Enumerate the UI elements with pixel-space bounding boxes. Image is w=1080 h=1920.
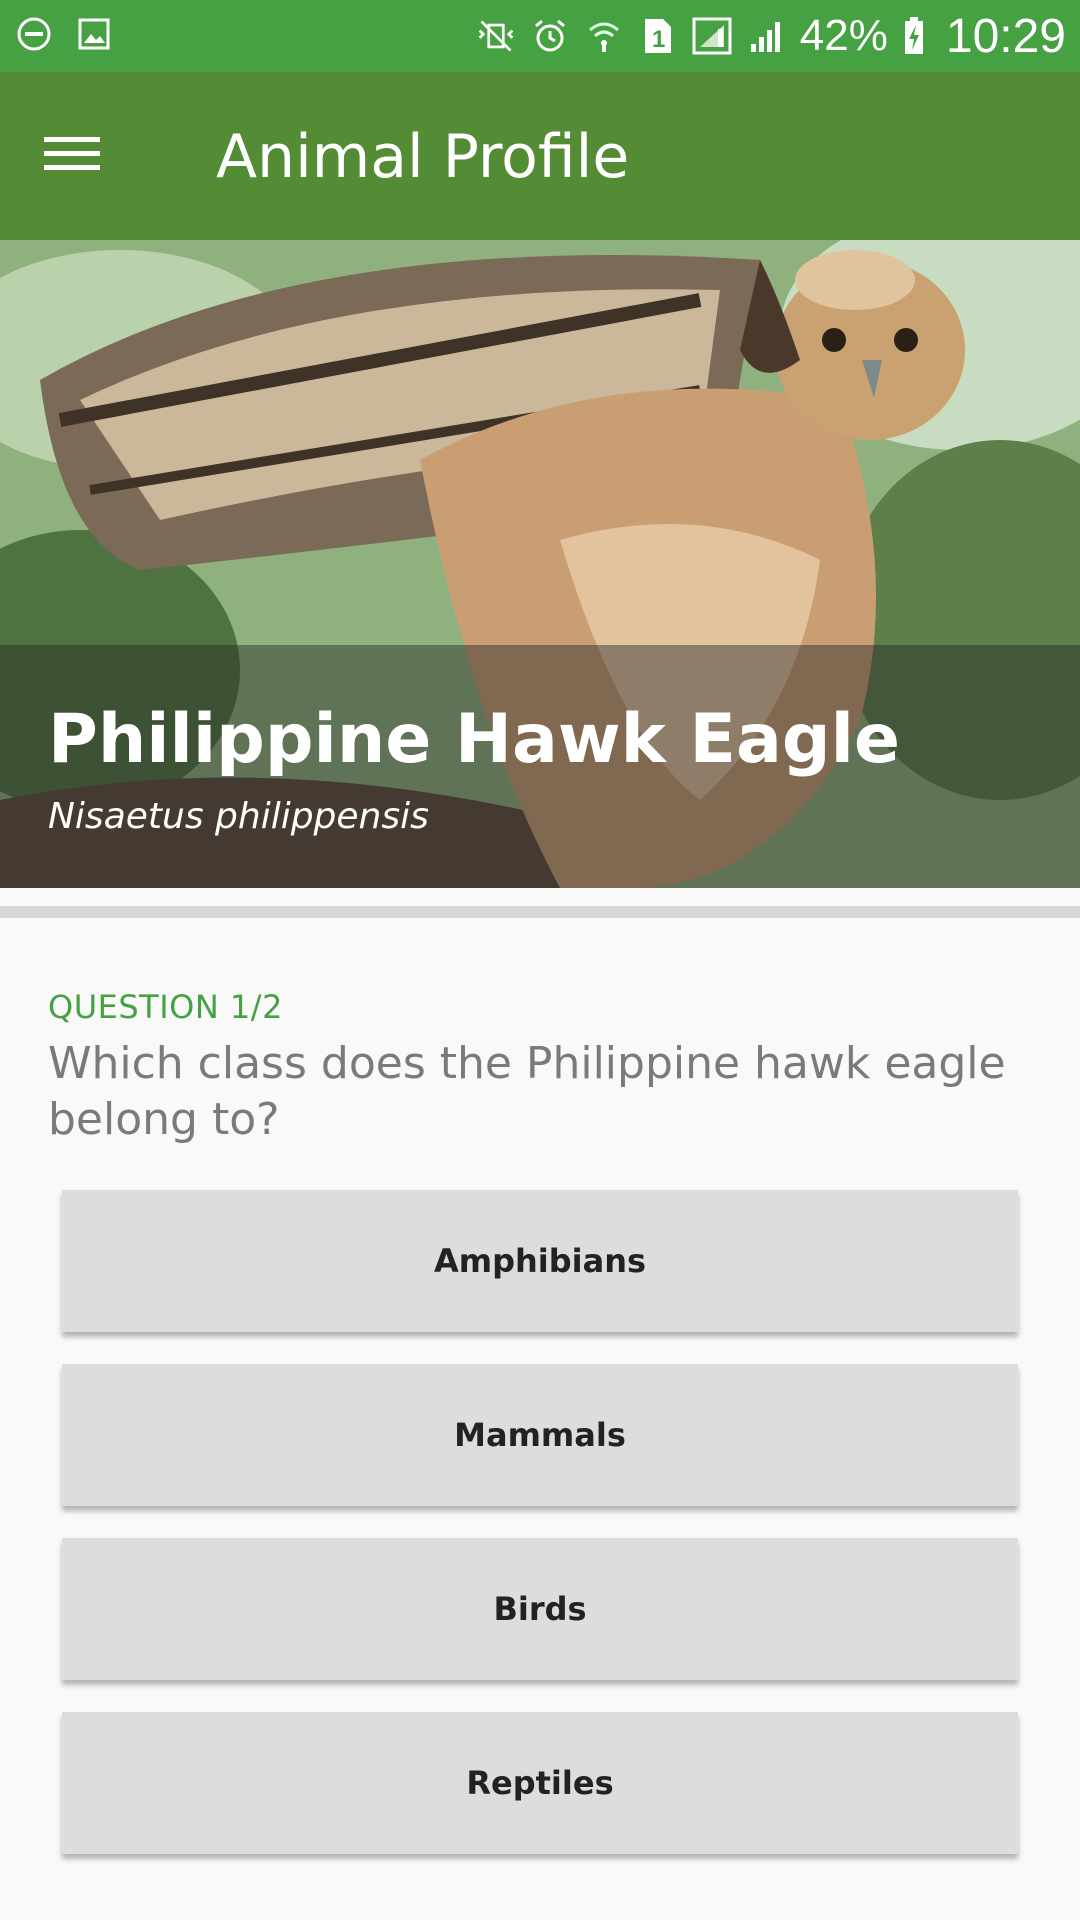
scientific-name: Nisaetus philippensis — [48, 796, 429, 837]
status-right-icons: 1 42% 10:29 — [476, 6, 1066, 66]
menu-line — [44, 165, 100, 170]
answer-button-mammals[interactable]: Mammals — [62, 1364, 1018, 1506]
status-bar: 1 42% 10:29 — [0, 0, 1080, 72]
app-bar: Animal Profile — [0, 72, 1080, 240]
image-icon — [74, 14, 114, 54]
signal-icon — [746, 16, 786, 56]
signal-icon — [692, 16, 732, 56]
answer-button-amphibians[interactable]: Amphibians — [62, 1190, 1018, 1332]
battery-charging-icon — [902, 16, 926, 56]
status-left-icons — [14, 14, 114, 54]
question-progress: QUESTION 1/2 — [48, 988, 283, 1026]
sim-label: 1 — [652, 26, 665, 53]
page-title: Animal Profile — [216, 122, 630, 192]
clock: 10:29 — [945, 9, 1066, 63]
wifi-icon — [584, 16, 624, 56]
menu-line — [44, 137, 100, 142]
section-divider — [0, 906, 1080, 918]
vibrate-off-icon — [476, 16, 516, 56]
animal-name: Philippine Hawk Eagle — [48, 700, 900, 779]
animal-hero-image: Philippine Hawk Eagle Nisaetus philippen… — [0, 240, 1080, 888]
answer-button-birds[interactable]: Birds — [62, 1538, 1018, 1680]
alarm-icon — [530, 16, 570, 56]
menu-line — [44, 151, 100, 156]
question-text: Which class does the Philippine hawk eag… — [48, 1038, 1006, 1145]
hamburger-menu-icon[interactable] — [36, 128, 108, 184]
answer-button-reptiles[interactable]: Reptiles — [62, 1712, 1018, 1854]
do-not-disturb-icon — [14, 14, 54, 54]
answer-list: Amphibians Mammals Birds Reptiles — [62, 1190, 1018, 1886]
battery-percent: 42% — [799, 11, 888, 60]
sim-1-icon: 1 — [638, 16, 678, 56]
